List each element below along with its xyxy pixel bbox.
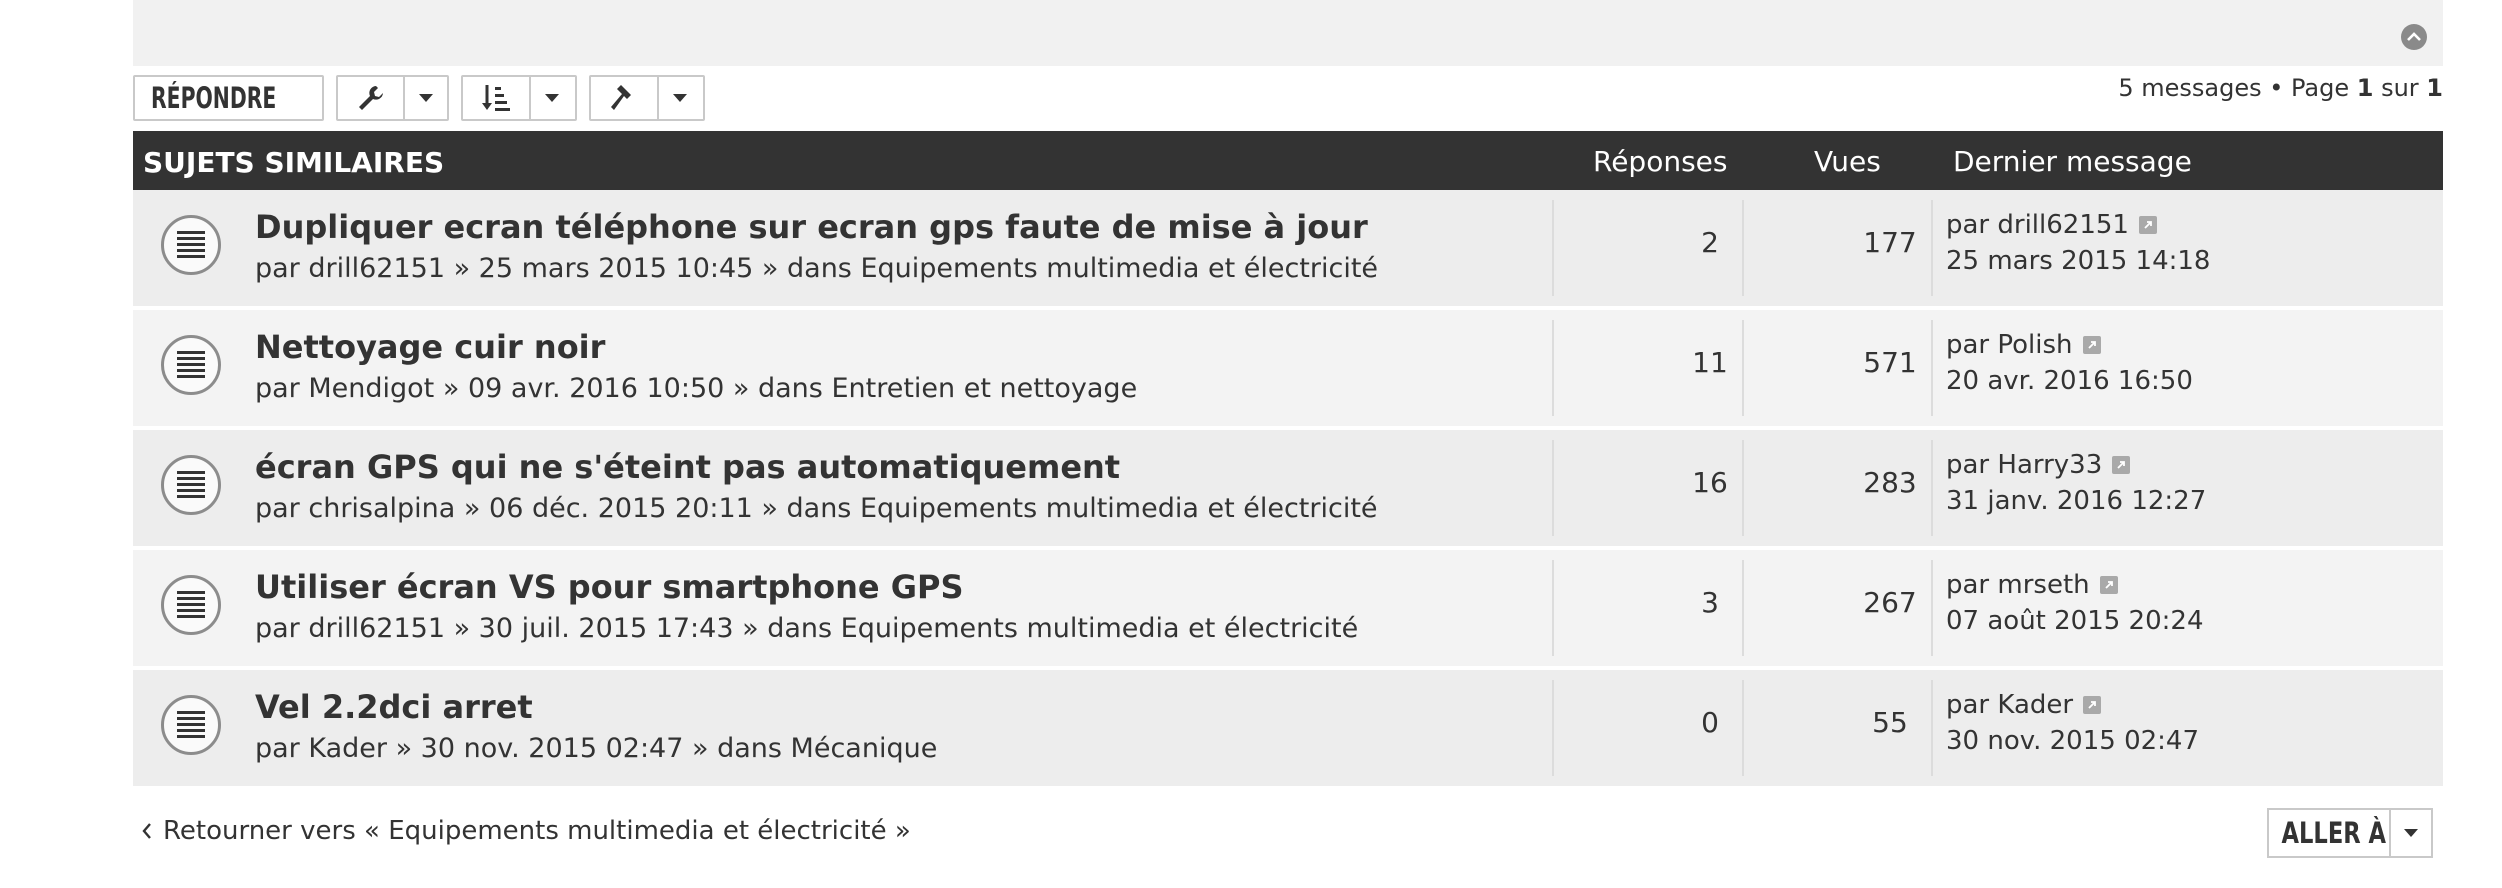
wrench-icon [358, 86, 383, 110]
top-strip [133, 0, 2443, 66]
topic-meta: par Kader » 30 nov. 2015 02:47 » dans Mé… [255, 733, 938, 764]
goto-last-post-icon[interactable] [2099, 576, 2118, 594]
replies-count: 11 [1692, 346, 1728, 379]
goto-last-post-icon[interactable] [2112, 456, 2131, 474]
sort-button[interactable] [461, 75, 577, 121]
topic-title-link[interactable]: Nettoyage cuir noir [255, 328, 605, 366]
topic-title-link[interactable]: Dupliquer ecran téléphone sur ecran gps … [255, 208, 1368, 246]
column-divider [1552, 680, 1554, 776]
last-post-author-text[interactable]: par mrseth [1946, 570, 2090, 600]
last-post-author-text[interactable]: par Polish [1946, 330, 2073, 360]
column-divider [1742, 560, 1744, 656]
column-divider [1931, 560, 1933, 656]
back-link-label: Retourner vers « Equipements multimedia … [163, 816, 911, 846]
caret-down-icon [545, 94, 559, 102]
topic-meta: par chrisalpina » 06 déc. 2015 20:11 » d… [255, 493, 1378, 524]
current-page: 1 [2356, 74, 2374, 102]
replies-count: 3 [1701, 586, 1719, 619]
topic-meta: par Mendigot » 09 avr. 2016 10:50 » dans… [255, 373, 1138, 404]
goto-last-post-icon[interactable] [2082, 336, 2101, 354]
last-post-date: 31 janv. 2016 12:27 [1946, 486, 2207, 516]
last-post-author-text[interactable]: par Kader [1946, 690, 2073, 720]
topic-read-icon [161, 695, 221, 755]
header-title: SUJETS SIMILAIRES [143, 146, 445, 179]
similar-topics-header: SUJETS SIMILAIRES Réponses Vues Dernier … [133, 131, 2443, 190]
message-count: 5 messages • Page [2118, 74, 2357, 102]
pagination-info: 5 messages • Page 1 sur 1 [2118, 74, 2443, 102]
header-replies: Réponses [1593, 145, 1728, 178]
column-divider [1931, 680, 1933, 776]
replies-count: 16 [1692, 466, 1728, 499]
moderation-button[interactable] [589, 75, 705, 121]
header-views: Vues [1814, 145, 1881, 178]
column-divider [1742, 440, 1744, 536]
table-row: Vel 2.2dci arret par Kader » 30 nov. 201… [133, 670, 2443, 786]
last-post-date: 20 avr. 2016 16:50 [1946, 366, 2193, 396]
column-divider [1931, 440, 1933, 536]
back-to-forum-link[interactable]: Retourner vers « Equipements multimedia … [141, 816, 911, 846]
last-post-author: par drill62151 [1946, 210, 2157, 240]
column-divider [1742, 320, 1744, 416]
goto-last-post-icon[interactable] [2138, 216, 2157, 234]
topic-read-icon [161, 455, 221, 515]
topic-meta: par drill62151 » 25 mars 2015 10:45 » da… [255, 253, 1379, 284]
last-post-author: par Harry33 [1946, 450, 2131, 480]
topic-tools-button[interactable] [336, 75, 449, 121]
topic-title-link[interactable]: écran GPS qui ne s'éteint pas automatiqu… [255, 448, 1120, 486]
topic-meta: par drill62151 » 30 juil. 2015 17:43 » d… [255, 613, 1359, 644]
topic-read-icon [161, 215, 221, 275]
caret-down-icon [673, 94, 687, 102]
last-post-author: par Polish [1946, 330, 2101, 360]
replies-count: 2 [1701, 226, 1719, 259]
column-divider [1742, 680, 1744, 776]
last-post-author-text[interactable]: par Harry33 [1946, 450, 2102, 480]
column-divider [1742, 200, 1744, 296]
action-bar: RÉPONDRE [133, 75, 705, 123]
last-post-date: 07 août 2015 20:24 [1946, 606, 2204, 636]
jump-to-button[interactable]: ALLER À [2267, 808, 2433, 858]
jump-to-label: ALLER À [2281, 816, 2387, 850]
replies-count: 0 [1701, 706, 1719, 739]
topic-read-icon [161, 335, 221, 395]
table-row: Nettoyage cuir noir par Mendigot » 09 av… [133, 310, 2443, 426]
goto-last-post-icon[interactable] [2083, 696, 2102, 714]
caret-down-icon [419, 94, 434, 102]
chevron-left-icon [142, 823, 151, 839]
table-row: Utiliser écran VS pour smartphone GPS pa… [133, 550, 2443, 666]
last-post-author-text[interactable]: par drill62151 [1946, 210, 2129, 240]
topic-title-link[interactable]: Utiliser écran VS pour smartphone GPS [255, 568, 964, 606]
reply-button[interactable]: RÉPONDRE [133, 75, 324, 121]
table-row: écran GPS qui ne s'éteint pas automatiqu… [133, 430, 2443, 546]
column-divider [1552, 200, 1554, 296]
column-divider [1552, 320, 1554, 416]
topic-read-icon [161, 575, 221, 635]
last-post-author: par Kader [1946, 690, 2102, 720]
topic-title-link[interactable]: Vel 2.2dci arret [255, 688, 533, 726]
last-post-date: 30 nov. 2015 02:47 [1946, 726, 2199, 756]
table-row: Dupliquer ecran téléphone sur ecran gps … [133, 190, 2443, 306]
caret-down-icon [2404, 829, 2418, 837]
column-divider [1552, 440, 1554, 536]
column-divider [1931, 200, 1933, 296]
scroll-to-top-icon[interactable] [2401, 24, 2427, 50]
column-divider [1552, 560, 1554, 656]
column-divider [1931, 320, 1933, 416]
last-post-date: 25 mars 2015 14:18 [1946, 246, 2211, 276]
total-pages: 1 [2426, 74, 2443, 102]
last-post-author: par mrseth [1946, 570, 2118, 600]
reply-button-label: RÉPONDRE [151, 81, 277, 115]
hammer-icon [611, 85, 631, 110]
sort-icon [482, 85, 510, 111]
header-last-post: Dernier message [1953, 145, 2192, 178]
page-of-label: sur [2373, 74, 2427, 102]
